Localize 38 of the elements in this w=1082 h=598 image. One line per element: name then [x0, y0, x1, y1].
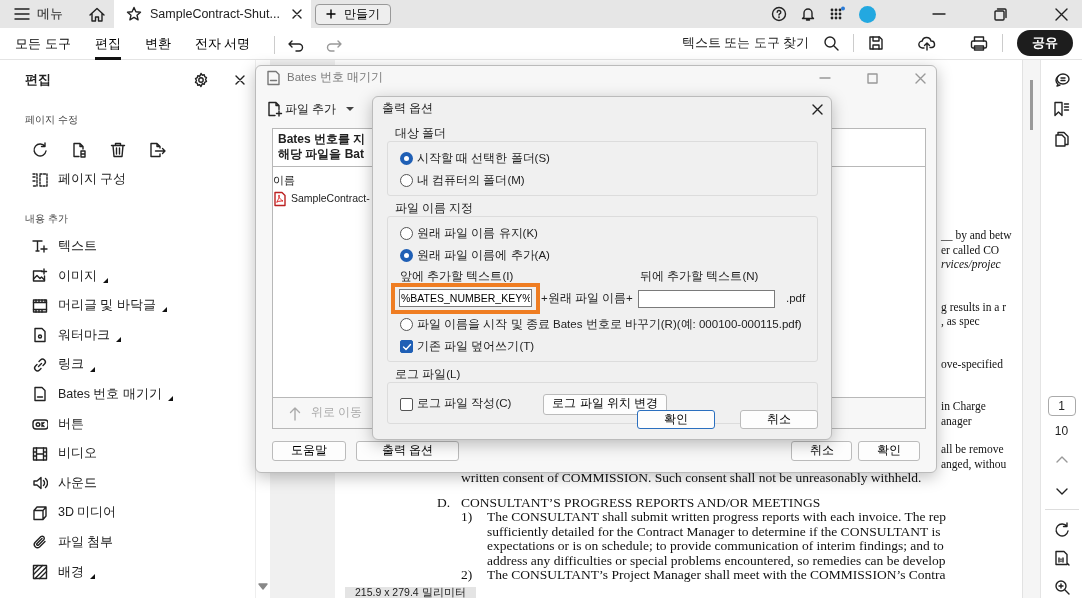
document-text: , as spec — [941, 314, 980, 329]
document-text: anged, withou — [941, 456, 1007, 471]
instruction-text: Bates 번호를 지 — [278, 132, 366, 146]
list-marker: 1) — [461, 510, 474, 525]
document-text: __ by and betw — [941, 228, 1012, 243]
document-text: er called CO — [941, 242, 1000, 257]
extension-text: .pdf — [786, 290, 806, 306]
document-text: written consent of COMMISSION. Such consent shall not be unreasonably withheld. — [461, 470, 922, 485]
section-heading: 내용 추가 — [25, 212, 68, 224]
tab-title: SampleContract-Shut... — [150, 5, 280, 23]
field-label: 앞에 추가할 텍스트(I) — [400, 270, 514, 282]
list-marker: 2) — [461, 568, 474, 583]
section-heading: 페이지 수정 — [25, 114, 78, 125]
section-heading: CONSULTANT’S PROGRESS REPORTS AND/OR MEETINGS — [461, 495, 821, 510]
dialog-title: Bates 번호 매기기 — [287, 70, 383, 86]
field-label: 뒤에 추가할 텍스트(N) — [640, 269, 759, 283]
page-size-label: 215.9 x 279.4 밀리미터 — [345, 587, 476, 598]
dialog-title: 출력 옵션 — [382, 101, 434, 117]
document-text: all be remove — [941, 442, 1004, 457]
document-text: in Charge — [941, 399, 986, 414]
instruction-text: 해당 파일을 Bat — [278, 147, 364, 161]
document-text: The CONSULTANT’s Project Manager shall meet with the COMMISSION’s Contra — [487, 568, 946, 583]
document-text: The CONSULTANT shall submit written progress reports with each invoice. The rep — [487, 510, 947, 525]
document-text: anager — [941, 413, 972, 428]
document-text: ove-specified — [941, 356, 1003, 371]
group-label: 로그 파일(L) — [395, 368, 461, 380]
page-count: 10 — [1054, 422, 1069, 440]
joiner-text: +원래 파일 이름+ — [541, 290, 634, 306]
group-label: 파일 이름 지정 — [395, 202, 474, 214]
document-text: expectations or is on schedule; to provide communication of interim findings; and to — [487, 538, 944, 553]
document-text: g results in a r — [941, 299, 1007, 314]
group-label: 대상 폴더 — [395, 127, 447, 139]
column-header: 이름 — [273, 174, 295, 186]
document-text: address any difficulties or special problems encountered, so remedies can be develop — [487, 552, 946, 568]
document-text: rvices/projec — [941, 257, 1001, 272]
panel-title: 편집 — [25, 71, 51, 89]
list-marker: D. — [437, 495, 452, 510]
document-text: sufficiently detailed for the Contract Manager to determine if the CONSULTANT is — [487, 523, 941, 539]
